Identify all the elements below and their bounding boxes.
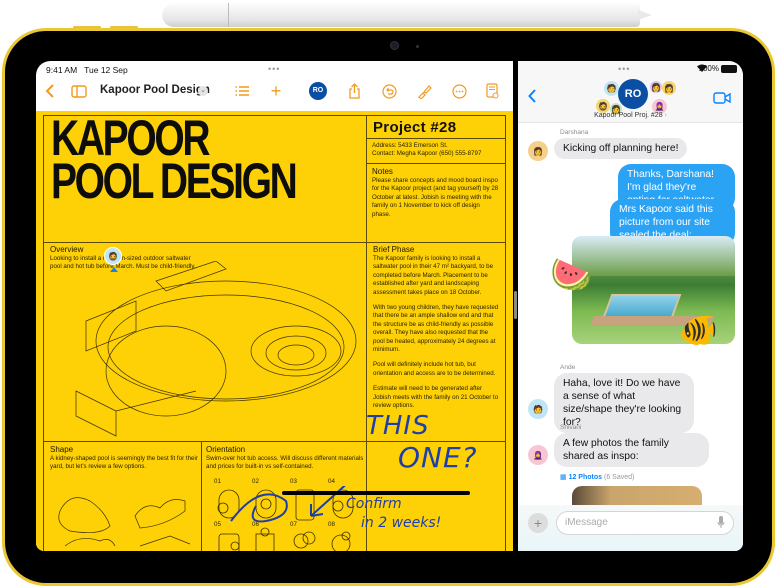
pages-toolbar: Kapoor Pool Design ⌄ + RO [36, 79, 513, 103]
sender-avatar[interactable]: 🧕 [528, 445, 548, 465]
share-icon[interactable] [344, 81, 364, 101]
messages-app: ••• 100% 🧔 🧑 👩 RO 👩 👩 🧕 Kapoor Pool Proj… [518, 61, 743, 551]
sender-name: Ande [560, 364, 576, 371]
brief-paragraph: With two young children, they have reque… [373, 304, 499, 354]
brush-icon[interactable] [414, 81, 434, 101]
group-avatar[interactable]: RO [618, 79, 648, 109]
sender-avatar[interactable]: 🧑 [528, 399, 548, 419]
shape-options-drawing [58, 497, 191, 547]
pool [602, 294, 682, 318]
orientation-body: Swim-over hot tub access. Will discuss d… [206, 455, 364, 471]
group-name[interactable]: Kapoor Pool Proj. #28 › [518, 112, 743, 119]
handwritten-note: in 2 weeks! [361, 515, 442, 531]
handwritten-note: Confirm [346, 496, 402, 512]
message-input-placeholder: iMessage [565, 517, 608, 528]
fish-sticker[interactable]: 🐠 [678, 311, 718, 349]
photos-saved: (6 Saved) [603, 474, 635, 481]
address: Address: 5433 Emerson St. [372, 142, 448, 149]
message-input[interactable]: iMessage [556, 511, 734, 535]
participant-avatar[interactable]: 🧔 [596, 99, 610, 113]
document-title[interactable]: Kapoor Pool Design [100, 84, 210, 96]
front-camera [390, 41, 399, 50]
document-view-icon[interactable] [482, 81, 502, 101]
conversation-header: 🧔 🧑 👩 RO 👩 👩 🧕 Kapoor Pool Proj. #28 › [518, 77, 743, 123]
watermelon-sticker[interactable]: 🍉 [550, 255, 592, 295]
rule [43, 242, 367, 243]
brief-paragraph: Pool will definitely include hot tub, bu… [373, 361, 496, 377]
more-icon[interactable] [449, 81, 469, 101]
collaborate-icon[interactable]: RO [309, 82, 327, 100]
project-number: Project #28 [373, 119, 457, 136]
back-chevron-icon[interactable] [40, 81, 60, 101]
overview-heading: Overview [50, 245, 84, 254]
plus-icon[interactable]: + [266, 81, 286, 101]
message-bubble-incoming[interactable]: A few photos the family shared as inspo: [554, 433, 709, 467]
battery-icon [721, 65, 737, 73]
photos-stack-link[interactable]: ▦ 12 Photos (6 Saved) [560, 473, 634, 481]
multitasking-dots[interactable]: ••• [618, 64, 630, 74]
photos-count: 12 Photos [568, 474, 603, 481]
participant-avatar[interactable]: 👩 [662, 81, 676, 95]
home-indicator[interactable] [282, 491, 470, 495]
message-bubble-incoming[interactable]: Kicking off planning here! [554, 138, 688, 159]
rule [201, 441, 202, 551]
participant-avatar[interactable]: 👩 [650, 81, 662, 93]
status-bar: ••• 100% [518, 61, 743, 77]
brief-heading: Brief Phase [373, 245, 415, 254]
screen: 9:41 AM Tue 12 Sep ••• Kapoor Pool Desig… [36, 61, 743, 551]
title-menu-chevron-icon[interactable]: ⌄ [198, 86, 208, 96]
battery-level: 100% [698, 64, 719, 73]
pool-wireframe-drawing [75, 261, 357, 437]
shape-body: A kidney-shaped pool is seemingly the be… [50, 455, 198, 471]
notes-heading: Notes [372, 167, 393, 176]
microphone-icon[interactable] [717, 516, 725, 534]
notes-body: Please share concepts and mood board ins… [372, 177, 499, 218]
handwritten-note: ONE? [398, 441, 478, 474]
shape-heading: Shape [50, 445, 74, 454]
apps-plus-button[interactable]: + [528, 513, 548, 533]
handwritten-note: THIS [366, 411, 430, 441]
video-call-icon[interactable] [713, 91, 731, 109]
back-chevron-icon[interactable] [528, 89, 537, 108]
brief-paragraph: Estimate will need to be generated after… [373, 385, 499, 410]
list-icon[interactable] [232, 81, 252, 101]
ipad-scene: 9:41 AM Tue 12 Sep ••• Kapoor Pool Desig… [0, 0, 777, 587]
participant-avatar[interactable]: 🧑 [604, 81, 619, 96]
apple-pencil [162, 3, 652, 27]
document-canvas[interactable]: KAPOOR POOL DESIGN Project #28 Address: … [36, 111, 513, 551]
pages-app: 9:41 AM Tue 12 Sep ••• Kapoor Pool Desig… [36, 61, 513, 551]
multitasking-dots[interactable]: ••• [268, 64, 280, 74]
contact: Contact: Megha Kapoor (650) 555-8797 [372, 150, 482, 158]
sender-name: Shivani [560, 424, 582, 431]
status-date: Tue 12 Sep [84, 65, 128, 75]
sender-name: Darshana [560, 129, 589, 136]
heading-line-2: POOL DESIGN [51, 153, 298, 209]
undo-icon[interactable] [379, 81, 399, 101]
orientation-heading: Orientation [206, 445, 246, 454]
group-name-label: Kapoor Pool Proj. #28 [594, 112, 663, 119]
sensor [416, 45, 419, 48]
compose-bar: + iMessage [518, 505, 743, 551]
split-view-handle[interactable] [514, 291, 517, 319]
chevron-right-icon: › [664, 112, 667, 119]
status-time: 9:41 AM [46, 65, 78, 75]
sender-avatar[interactable]: 👩 [528, 141, 548, 161]
sidebar-icon[interactable] [69, 81, 89, 101]
document-heading: KAPOOR POOL DESIGN [51, 113, 298, 209]
grid-icon: ▦ [560, 474, 567, 481]
brief-paragraph: The Kapoor family is looking to install … [373, 255, 494, 296]
status-bar: 9:41 AM Tue 12 Sep ••• [36, 61, 513, 79]
